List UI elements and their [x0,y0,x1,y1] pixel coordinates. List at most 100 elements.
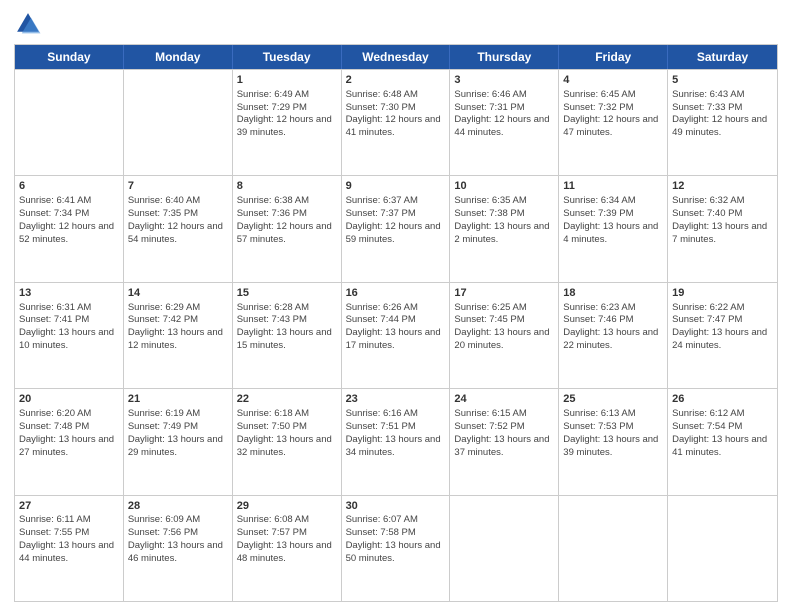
day-info: Sunrise: 6:34 AM Sunset: 7:39 PM Dayligh… [563,195,663,246]
day-info: Sunrise: 6:29 AM Sunset: 7:42 PM Dayligh… [128,302,228,353]
day-info: Sunrise: 6:08 AM Sunset: 7:57 PM Dayligh… [237,514,337,565]
weekday-header: Thursday [450,45,559,69]
calendar-cell: 21Sunrise: 6:19 AM Sunset: 7:49 PM Dayli… [124,389,233,494]
day-info: Sunrise: 6:15 AM Sunset: 7:52 PM Dayligh… [454,408,554,459]
day-info: Sunrise: 6:45 AM Sunset: 7:32 PM Dayligh… [563,89,663,140]
calendar: SundayMondayTuesdayWednesdayThursdayFrid… [14,44,778,602]
day-number: 4 [563,73,663,88]
day-info: Sunrise: 6:20 AM Sunset: 7:48 PM Dayligh… [19,408,119,459]
day-number: 8 [237,179,337,194]
calendar-header: SundayMondayTuesdayWednesdayThursdayFrid… [15,45,777,69]
day-number: 26 [672,392,773,407]
calendar-cell: 11Sunrise: 6:34 AM Sunset: 7:39 PM Dayli… [559,176,668,281]
day-info: Sunrise: 6:37 AM Sunset: 7:37 PM Dayligh… [346,195,446,246]
day-number: 29 [237,499,337,514]
day-info: Sunrise: 6:13 AM Sunset: 7:53 PM Dayligh… [563,408,663,459]
weekday-header: Saturday [668,45,777,69]
calendar-cell: 17Sunrise: 6:25 AM Sunset: 7:45 PM Dayli… [450,283,559,388]
logo-icon [14,10,42,38]
calendar-cell: 3Sunrise: 6:46 AM Sunset: 7:31 PM Daylig… [450,70,559,175]
calendar-cell: 26Sunrise: 6:12 AM Sunset: 7:54 PM Dayli… [668,389,777,494]
calendar-cell: 9Sunrise: 6:37 AM Sunset: 7:37 PM Daylig… [342,176,451,281]
calendar-cell: 19Sunrise: 6:22 AM Sunset: 7:47 PM Dayli… [668,283,777,388]
calendar-row: 1Sunrise: 6:49 AM Sunset: 7:29 PM Daylig… [15,69,777,175]
day-info: Sunrise: 6:18 AM Sunset: 7:50 PM Dayligh… [237,408,337,459]
day-number: 16 [346,286,446,301]
calendar-cell: 29Sunrise: 6:08 AM Sunset: 7:57 PM Dayli… [233,496,342,601]
day-info: Sunrise: 6:22 AM Sunset: 7:47 PM Dayligh… [672,302,773,353]
day-number: 6 [19,179,119,194]
day-info: Sunrise: 6:32 AM Sunset: 7:40 PM Dayligh… [672,195,773,246]
calendar-cell: 28Sunrise: 6:09 AM Sunset: 7:56 PM Dayli… [124,496,233,601]
calendar-row: 20Sunrise: 6:20 AM Sunset: 7:48 PM Dayli… [15,388,777,494]
weekday-header: Tuesday [233,45,342,69]
calendar-cell: 20Sunrise: 6:20 AM Sunset: 7:48 PM Dayli… [15,389,124,494]
day-number: 1 [237,73,337,88]
calendar-cell: 22Sunrise: 6:18 AM Sunset: 7:50 PM Dayli… [233,389,342,494]
day-number: 3 [454,73,554,88]
day-number: 14 [128,286,228,301]
calendar-cell: 25Sunrise: 6:13 AM Sunset: 7:53 PM Dayli… [559,389,668,494]
day-number: 15 [237,286,337,301]
calendar-cell: 13Sunrise: 6:31 AM Sunset: 7:41 PM Dayli… [15,283,124,388]
day-info: Sunrise: 6:11 AM Sunset: 7:55 PM Dayligh… [19,514,119,565]
day-info: Sunrise: 6:09 AM Sunset: 7:56 PM Dayligh… [128,514,228,565]
day-info: Sunrise: 6:19 AM Sunset: 7:49 PM Dayligh… [128,408,228,459]
day-info: Sunrise: 6:38 AM Sunset: 7:36 PM Dayligh… [237,195,337,246]
day-number: 24 [454,392,554,407]
day-number: 27 [19,499,119,514]
calendar-cell: 4Sunrise: 6:45 AM Sunset: 7:32 PM Daylig… [559,70,668,175]
weekday-header: Sunday [15,45,124,69]
day-number: 25 [563,392,663,407]
day-info: Sunrise: 6:16 AM Sunset: 7:51 PM Dayligh… [346,408,446,459]
calendar-cell: 16Sunrise: 6:26 AM Sunset: 7:44 PM Dayli… [342,283,451,388]
calendar-body: 1Sunrise: 6:49 AM Sunset: 7:29 PM Daylig… [15,69,777,601]
calendar-cell: 10Sunrise: 6:35 AM Sunset: 7:38 PM Dayli… [450,176,559,281]
calendar-cell: 18Sunrise: 6:23 AM Sunset: 7:46 PM Dayli… [559,283,668,388]
day-info: Sunrise: 6:43 AM Sunset: 7:33 PM Dayligh… [672,89,773,140]
day-info: Sunrise: 6:07 AM Sunset: 7:58 PM Dayligh… [346,514,446,565]
calendar-cell [450,496,559,601]
weekday-header: Monday [124,45,233,69]
calendar-cell: 12Sunrise: 6:32 AM Sunset: 7:40 PM Dayli… [668,176,777,281]
calendar-row: 27Sunrise: 6:11 AM Sunset: 7:55 PM Dayli… [15,495,777,601]
calendar-row: 13Sunrise: 6:31 AM Sunset: 7:41 PM Dayli… [15,282,777,388]
day-number: 7 [128,179,228,194]
calendar-cell: 14Sunrise: 6:29 AM Sunset: 7:42 PM Dayli… [124,283,233,388]
calendar-cell: 2Sunrise: 6:48 AM Sunset: 7:30 PM Daylig… [342,70,451,175]
calendar-cell [559,496,668,601]
day-info: Sunrise: 6:28 AM Sunset: 7:43 PM Dayligh… [237,302,337,353]
day-info: Sunrise: 6:40 AM Sunset: 7:35 PM Dayligh… [128,195,228,246]
day-number: 30 [346,499,446,514]
calendar-cell: 7Sunrise: 6:40 AM Sunset: 7:35 PM Daylig… [124,176,233,281]
day-info: Sunrise: 6:46 AM Sunset: 7:31 PM Dayligh… [454,89,554,140]
calendar-cell: 30Sunrise: 6:07 AM Sunset: 7:58 PM Dayli… [342,496,451,601]
calendar-cell [124,70,233,175]
day-number: 11 [563,179,663,194]
day-number: 20 [19,392,119,407]
day-number: 10 [454,179,554,194]
day-info: Sunrise: 6:41 AM Sunset: 7:34 PM Dayligh… [19,195,119,246]
day-info: Sunrise: 6:35 AM Sunset: 7:38 PM Dayligh… [454,195,554,246]
day-number: 17 [454,286,554,301]
calendar-cell: 8Sunrise: 6:38 AM Sunset: 7:36 PM Daylig… [233,176,342,281]
day-info: Sunrise: 6:12 AM Sunset: 7:54 PM Dayligh… [672,408,773,459]
calendar-cell: 6Sunrise: 6:41 AM Sunset: 7:34 PM Daylig… [15,176,124,281]
day-info: Sunrise: 6:48 AM Sunset: 7:30 PM Dayligh… [346,89,446,140]
day-info: Sunrise: 6:31 AM Sunset: 7:41 PM Dayligh… [19,302,119,353]
calendar-cell: 5Sunrise: 6:43 AM Sunset: 7:33 PM Daylig… [668,70,777,175]
day-number: 28 [128,499,228,514]
calendar-cell: 23Sunrise: 6:16 AM Sunset: 7:51 PM Dayli… [342,389,451,494]
header [14,10,778,38]
weekday-header: Friday [559,45,668,69]
weekday-header: Wednesday [342,45,451,69]
calendar-cell: 27Sunrise: 6:11 AM Sunset: 7:55 PM Dayli… [15,496,124,601]
calendar-row: 6Sunrise: 6:41 AM Sunset: 7:34 PM Daylig… [15,175,777,281]
day-number: 21 [128,392,228,407]
day-number: 5 [672,73,773,88]
day-info: Sunrise: 6:23 AM Sunset: 7:46 PM Dayligh… [563,302,663,353]
calendar-cell [15,70,124,175]
calendar-cell: 15Sunrise: 6:28 AM Sunset: 7:43 PM Dayli… [233,283,342,388]
calendar-cell: 1Sunrise: 6:49 AM Sunset: 7:29 PM Daylig… [233,70,342,175]
day-number: 18 [563,286,663,301]
